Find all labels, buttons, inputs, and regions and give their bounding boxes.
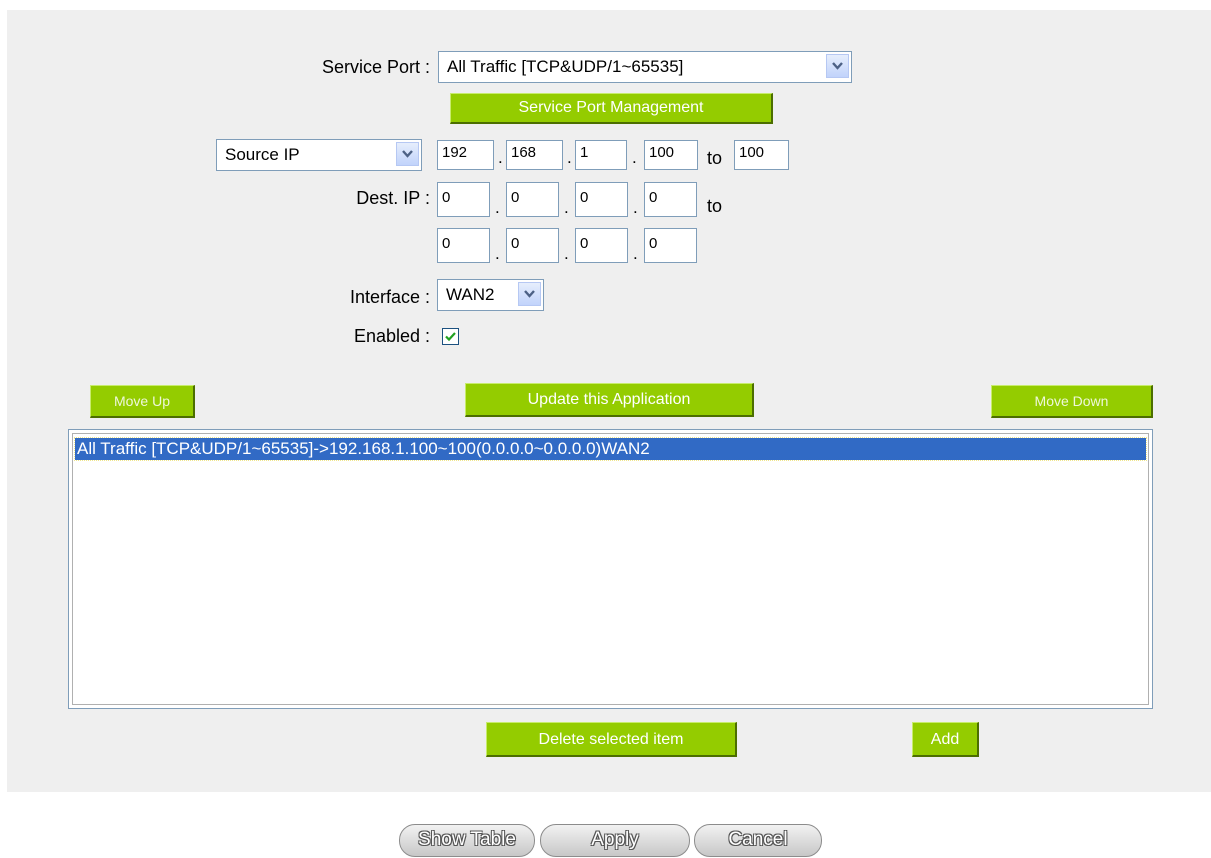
dest-ip-label: Dest. IP : — [356, 188, 430, 208]
source-ip-octet-4[interactable]: 100 — [644, 140, 698, 170]
source-ip-octet-3[interactable]: 1 — [575, 140, 627, 170]
show-table-button[interactable]: Show Table — [399, 824, 535, 857]
source-ip-to-octet[interactable]: 100 — [734, 140, 789, 170]
interface-select-value: WAN2 — [446, 285, 495, 304]
enabled-label: Enabled : — [353, 326, 430, 346]
ip-type-select-value: Source IP — [225, 145, 300, 164]
update-application-button[interactable]: Update this Application — [465, 383, 754, 417]
move-down-button[interactable]: Move Down — [991, 385, 1153, 418]
dest-ip-start-octet-4[interactable]: 0 — [644, 182, 697, 217]
dest-ip-end-octet-4[interactable]: 0 — [644, 228, 697, 263]
dest-ip-end-octet-2[interactable]: 0 — [506, 228, 559, 263]
ip-dot: . — [632, 148, 637, 167]
dest-ip-start-octet-1[interactable]: 0 — [437, 182, 490, 217]
service-port-management-button[interactable]: Service Port Management — [450, 93, 773, 124]
service-port-select-value: All Traffic [TCP&UDP/1~65535] — [447, 57, 684, 76]
interface-select[interactable]: WAN2 — [437, 279, 544, 311]
application-list-inner: All Traffic [TCP&UDP/1~65535]->192.168.1… — [72, 433, 1149, 705]
delete-selected-item-button[interactable]: Delete selected item — [486, 722, 737, 757]
service-port-select[interactable]: All Traffic [TCP&UDP/1~65535] — [438, 51, 852, 83]
cancel-button[interactable]: Cancel — [694, 824, 822, 857]
ip-dot: . — [564, 198, 569, 217]
ip-dot: . — [495, 198, 500, 217]
source-ip-octet-2[interactable]: 168 — [506, 140, 563, 170]
service-port-label: Service Port : — [321, 57, 430, 77]
ip-dot: . — [567, 148, 572, 167]
dest-ip-end-octet-3[interactable]: 0 — [575, 228, 628, 263]
dest-ip-end-octet-1[interactable]: 0 — [437, 228, 490, 263]
chevron-down-icon[interactable] — [826, 54, 849, 78]
ip-dot: . — [495, 244, 500, 263]
checkmark-icon — [445, 332, 456, 342]
dest-ip-start-octet-2[interactable]: 0 — [506, 182, 559, 217]
move-up-button[interactable]: Move Up — [90, 385, 195, 418]
interface-label: Interface : — [349, 287, 430, 307]
dest-ip-start-octet-3[interactable]: 0 — [575, 182, 628, 217]
ip-dot: . — [633, 244, 638, 263]
apply-button[interactable]: Apply — [540, 824, 690, 857]
ip-type-select[interactable]: Source IP — [216, 139, 422, 171]
add-button[interactable]: Add — [912, 722, 979, 757]
to-label: to — [707, 196, 723, 216]
ip-dot: . — [498, 148, 503, 167]
ip-dot: . — [564, 244, 569, 263]
chevron-down-icon[interactable] — [396, 142, 419, 166]
to-label: to — [707, 148, 723, 168]
list-item[interactable]: All Traffic [TCP&UDP/1~65535]->192.168.1… — [74, 437, 1147, 461]
source-ip-octet-1[interactable]: 192 — [437, 140, 494, 170]
ip-dot: . — [633, 198, 638, 217]
chevron-down-icon[interactable] — [518, 282, 541, 306]
enabled-checkbox[interactable] — [442, 328, 459, 345]
application-list[interactable]: All Traffic [TCP&UDP/1~65535]->192.168.1… — [68, 429, 1153, 709]
